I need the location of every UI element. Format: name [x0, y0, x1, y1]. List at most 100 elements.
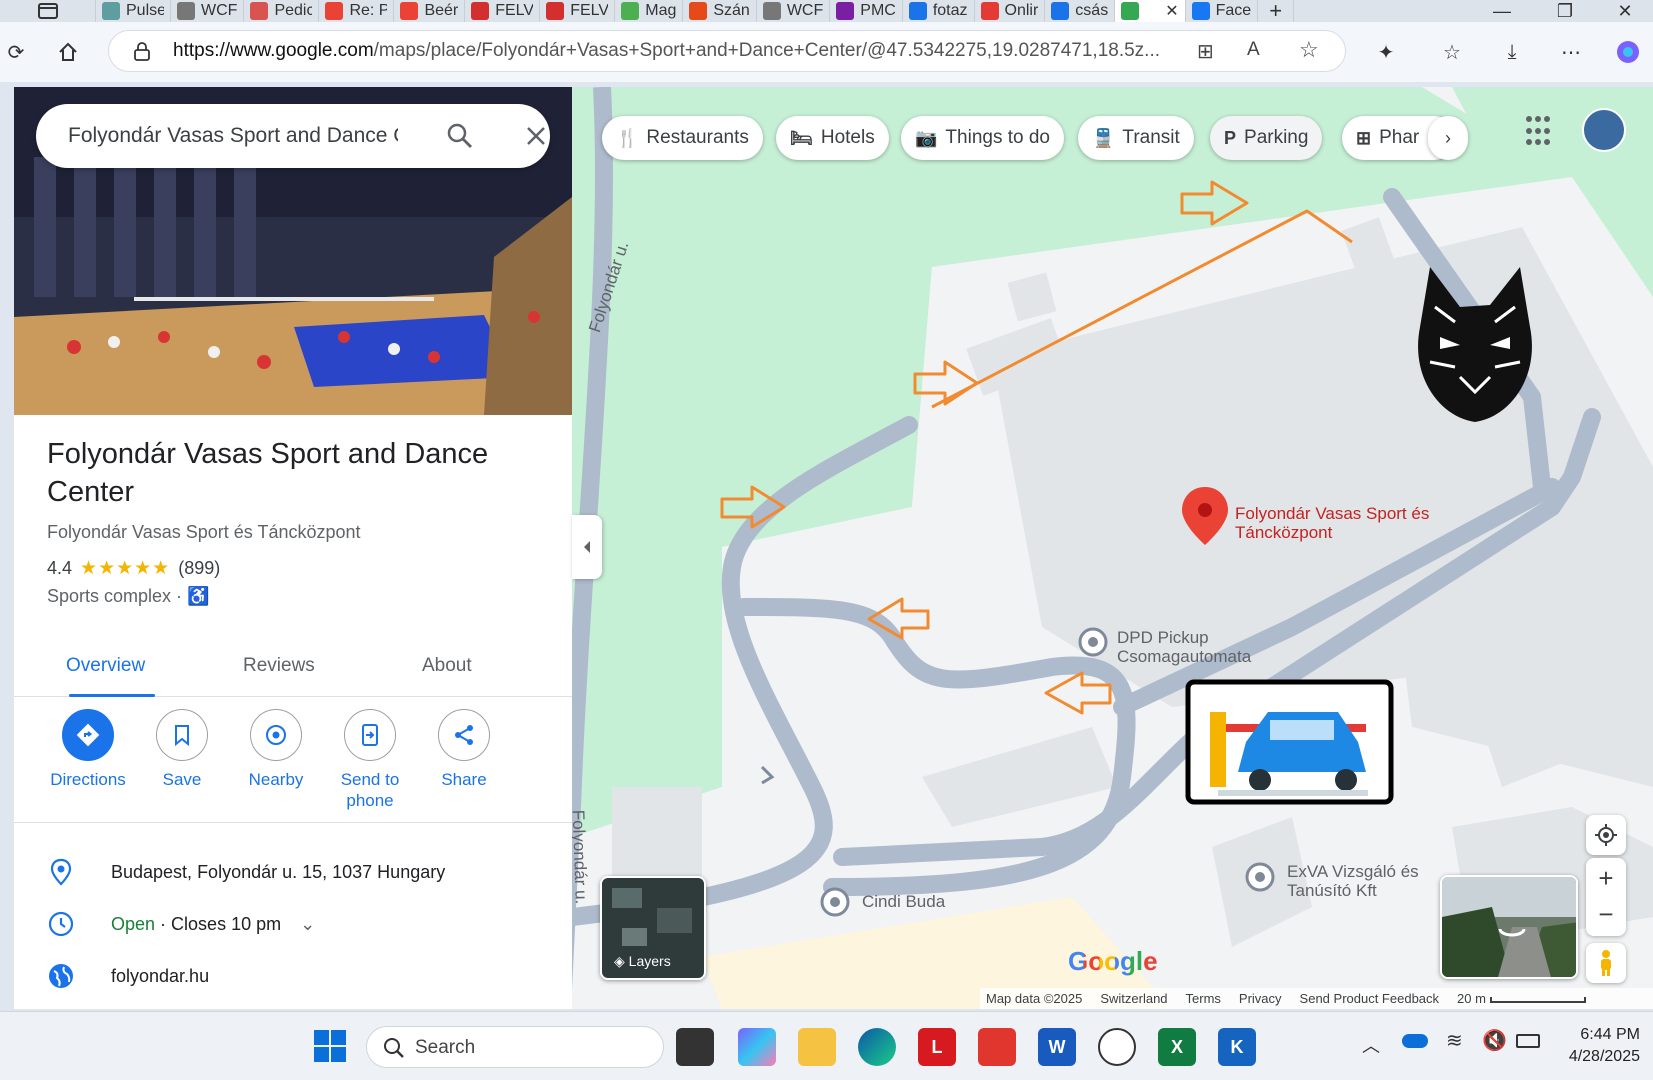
close-tab-icon[interactable]: ✕: [1165, 1, 1178, 21]
share-button[interactable]: Share: [414, 709, 514, 790]
edge-browser-icon[interactable]: [858, 1028, 896, 1066]
browser-tab[interactable]: Szán: [683, 0, 757, 22]
new-tab-button[interactable]: +: [1258, 0, 1295, 22]
send-to-phone-button[interactable]: Send to phone: [320, 709, 420, 811]
zoom-in-button[interactable]: +: [1598, 859, 1613, 897]
onedrive-icon[interactable]: [1402, 1034, 1428, 1048]
chip-parking[interactable]: P Parking: [1210, 116, 1323, 160]
battery-icon[interactable]: [1516, 1034, 1540, 1048]
chevron-up-icon[interactable]: ︿: [1362, 1032, 1380, 1058]
feedback-link[interactable]: Send Product Feedback: [1300, 991, 1439, 1006]
tab-actions-icon[interactable]: [0, 0, 96, 22]
browser-tab[interactable]: PMC: [830, 0, 903, 22]
task-view-icon[interactable]: [676, 1028, 714, 1066]
kofax-pdf-icon[interactable]: K: [1218, 1028, 1256, 1066]
system-clock[interactable]: 6:44 PM 4/28/2025: [1550, 1024, 1640, 1068]
copilot-icon[interactable]: [1612, 36, 1644, 68]
browser-tab[interactable]: Pedic: [244, 0, 320, 22]
place-pin-label[interactable]: Folyondár Vasas Sport és Táncközpont: [1235, 504, 1435, 542]
map-data-attribution[interactable]: Map data ©2025: [986, 991, 1082, 1006]
rating-stars-icon: ★★★★★: [80, 558, 171, 579]
wifi-icon[interactable]: ≋: [1446, 1028, 1463, 1053]
browser-tab[interactable]: WCF: [757, 0, 831, 22]
excel-icon[interactable]: X: [1158, 1028, 1196, 1066]
place-title: Folyondár Vasas Sport and Dance Center: [47, 438, 489, 508]
l-app-icon[interactable]: L: [918, 1028, 956, 1066]
tab-about[interactable]: About: [422, 655, 472, 677]
browser-tab[interactable]: Onlir: [975, 0, 1046, 22]
read-aloud-icon[interactable]: A: [1247, 39, 1260, 61]
search-input[interactable]: Folyondár Vasas Sport and Dance C: [68, 124, 398, 148]
browser-tab[interactable]: Face: [1186, 0, 1259, 22]
reviews-count[interactable]: (899): [178, 558, 220, 579]
chatgpt-icon[interactable]: [1098, 1028, 1136, 1066]
tab-overview[interactable]: Overview: [66, 655, 145, 677]
tab-title: WCF: [201, 2, 238, 19]
website-row[interactable]: folyondar.hu: [14, 954, 572, 998]
extensions-icon[interactable]: ✦: [1370, 36, 1402, 68]
start-button[interactable]: [314, 1030, 346, 1062]
browser-tab[interactable]: Beér: [394, 0, 466, 22]
privacy-link[interactable]: Privacy: [1239, 991, 1282, 1006]
nearby-button[interactable]: Nearby: [226, 709, 326, 790]
map-canvas[interactable]: Folyondár u. Folyondár u. Folyondár Vasa…: [572, 87, 1653, 1009]
save-button[interactable]: Save: [132, 709, 232, 790]
file-explorer-icon[interactable]: [798, 1028, 836, 1066]
browser-tab[interactable]: Mag: [615, 0, 684, 22]
exva-label[interactable]: ExVA Vizsgáló és Tanúsító Kft: [1287, 862, 1427, 900]
word-icon[interactable]: W: [1038, 1028, 1076, 1066]
browser-tab[interactable]: ✕: [1115, 0, 1186, 22]
directions-button[interactable]: Directions: [38, 709, 138, 790]
maps-search-box[interactable]: Folyondár Vasas Sport and Dance C: [36, 104, 550, 168]
scale-bar[interactable]: 20 m: [1457, 991, 1586, 1006]
terms-link[interactable]: Terms: [1186, 991, 1221, 1006]
website-link[interactable]: folyondar.hu: [111, 966, 209, 987]
browser-tab[interactable]: csás: [1045, 0, 1116, 22]
street-view-thumbnail[interactable]: [1440, 875, 1578, 979]
copilot-app-icon[interactable]: [738, 1028, 776, 1066]
chip-transit[interactable]: 🚆 Transit: [1078, 116, 1194, 160]
browser-tab[interactable]: Pulse: [96, 0, 171, 22]
chevron-down-icon[interactable]: ⌄: [300, 914, 315, 934]
taskbar-search[interactable]: Search: [366, 1026, 664, 1068]
apps-grid-icon[interactable]: [1526, 116, 1558, 148]
address-row[interactable]: Budapest, Folyondár u. 15, 1037 Hungary: [14, 850, 572, 894]
chip-things-to-do[interactable]: 📷 Things to do: [901, 116, 1064, 160]
close-icon[interactable]: [522, 122, 550, 150]
avatar[interactable]: [1582, 108, 1626, 152]
browser-tab[interactable]: Re: P: [319, 0, 395, 22]
volume-muted-icon[interactable]: 🔇: [1482, 1028, 1507, 1053]
clock-time: 6:44 PM: [1580, 1026, 1640, 1043]
home-button[interactable]: [52, 36, 84, 68]
url-field[interactable]: https://www.google.com/maps/place/Folyon…: [108, 30, 1346, 72]
favorites-icon[interactable]: ☆: [1436, 36, 1468, 68]
close-window-button[interactable]: ✕: [1595, 0, 1653, 22]
country-link[interactable]: Switzerland: [1100, 991, 1167, 1006]
more-menu-icon[interactable]: ⋯: [1555, 36, 1587, 68]
hours-row[interactable]: Open · Closes 10 pm ⌄: [14, 902, 572, 946]
collapse-panel-button[interactable]: [572, 515, 602, 579]
zoom-out-button[interactable]: −: [1598, 897, 1613, 935]
my-location-button[interactable]: [1586, 815, 1626, 855]
chip-hotels[interactable]: 🛏 Hotels: [776, 116, 889, 160]
browser-tab[interactable]: FELV: [540, 0, 616, 22]
dpd-pickup-label[interactable]: DPD Pickup Csomagautomata: [1117, 628, 1287, 666]
chips-next-button[interactable]: ›: [1428, 116, 1468, 160]
pegman-button[interactable]: [1586, 943, 1626, 983]
layers-button[interactable]: ◈ Layers: [600, 876, 706, 980]
refresh-button[interactable]: ⟳: [0, 36, 32, 68]
pdf-app-icon[interactable]: [978, 1028, 1016, 1066]
minimize-button[interactable]: —: [1472, 0, 1532, 22]
rating-row[interactable]: 4.4 ★★★★★ (899): [47, 557, 220, 580]
browser-tab[interactable]: WCF: [171, 0, 245, 22]
restore-button[interactable]: ❐: [1535, 0, 1595, 22]
downloads-icon[interactable]: ⤓: [1496, 36, 1528, 68]
browser-tab[interactable]: fotaz: [903, 0, 975, 22]
browser-tab[interactable]: FELV: [465, 0, 541, 22]
favorite-star-icon[interactable]: ☆: [1299, 37, 1319, 63]
search-icon[interactable]: [446, 122, 474, 150]
cindi-buda-label[interactable]: Cindi Buda: [862, 892, 945, 911]
chip-restaurants[interactable]: 🍴 Restaurants: [602, 116, 763, 160]
tab-reviews[interactable]: Reviews: [243, 655, 315, 677]
app-available-icon[interactable]: ⊞: [1197, 39, 1214, 64]
